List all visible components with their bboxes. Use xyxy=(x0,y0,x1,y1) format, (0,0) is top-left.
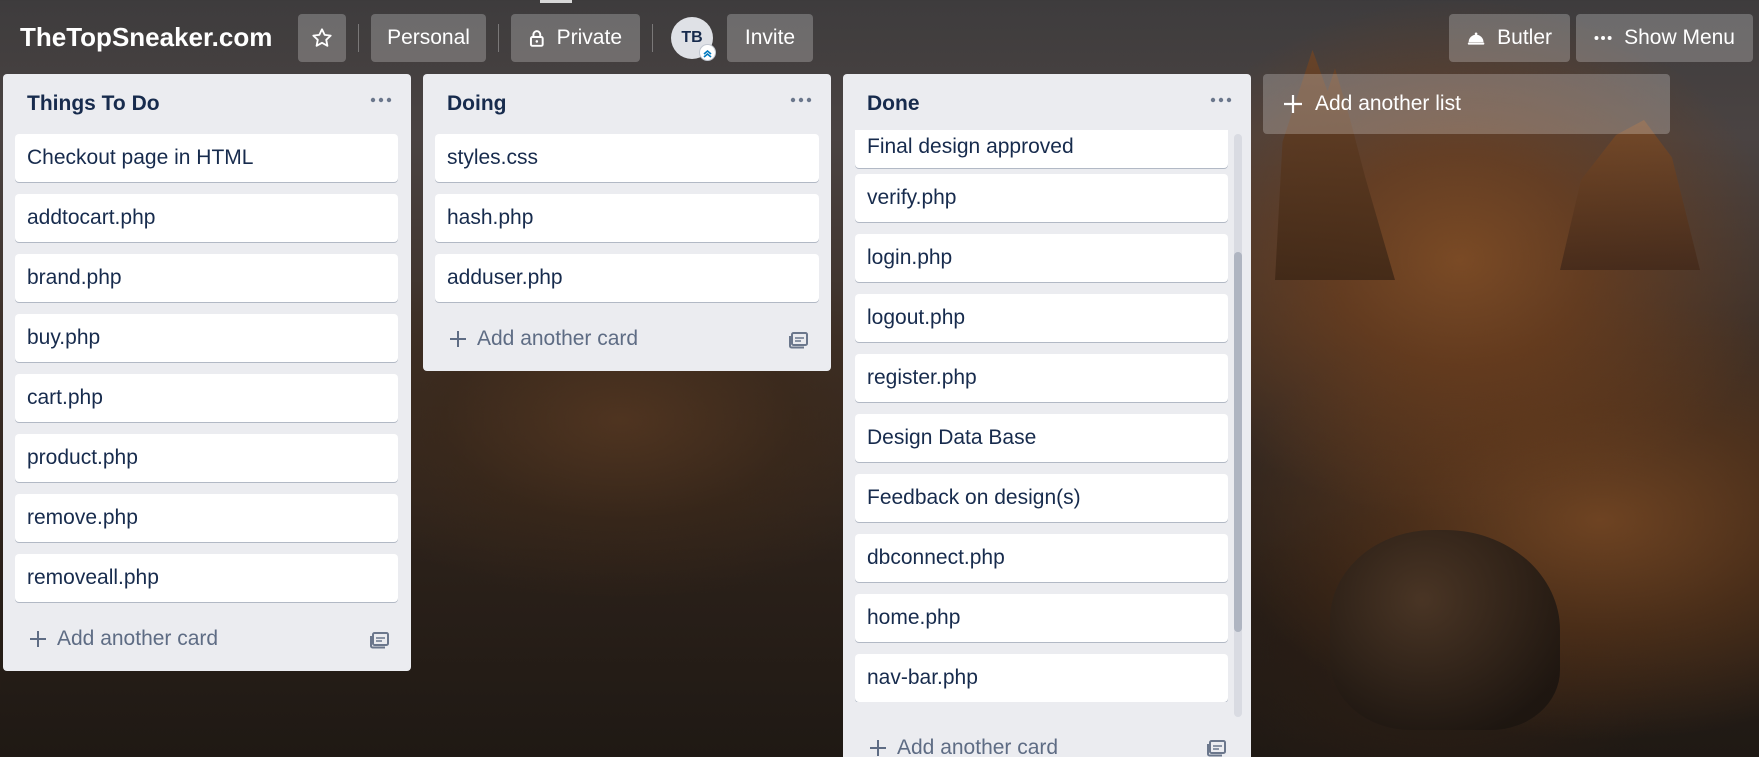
star-board-button[interactable] xyxy=(298,14,346,62)
card-template-icon[interactable] xyxy=(1205,735,1229,757)
card[interactable]: cart.php xyxy=(15,374,398,422)
team-visibility-button[interactable]: Personal xyxy=(371,14,486,62)
list-menu-icon[interactable] xyxy=(1209,90,1233,110)
lock-icon xyxy=(529,30,544,47)
list-header[interactable]: Doing xyxy=(423,74,831,130)
add-card-label: Add another card xyxy=(477,327,639,350)
plus-icon xyxy=(450,331,466,347)
show-menu-button[interactable]: Show Menu xyxy=(1576,14,1753,62)
more-icon xyxy=(1594,36,1612,40)
card[interactable]: logout.php xyxy=(855,294,1228,342)
invite-button[interactable]: Invite xyxy=(727,14,813,62)
card[interactable]: brand.php xyxy=(15,254,398,302)
header-divider xyxy=(358,24,359,52)
admin-badge-icon xyxy=(699,44,716,61)
list-menu-icon[interactable] xyxy=(369,90,393,110)
add-list-button[interactable]: Add another list xyxy=(1263,74,1670,134)
star-icon xyxy=(312,28,332,47)
butler-button[interactable]: Butler xyxy=(1449,14,1570,62)
card[interactable]: hash.php xyxy=(435,194,819,242)
list-menu-icon[interactable] xyxy=(789,90,813,110)
background-rock-formation xyxy=(1560,120,1700,270)
list-header[interactable]: Things To Do xyxy=(3,74,411,130)
butler-icon xyxy=(1467,32,1485,45)
butler-label: Butler xyxy=(1497,26,1552,49)
list-doing: Doing styles.css hash.php adduser.php Ad… xyxy=(423,74,831,371)
header-divider xyxy=(498,24,499,52)
list-title[interactable]: Things To Do xyxy=(27,92,160,116)
add-card-label: Add another card xyxy=(897,736,1059,757)
plus-icon xyxy=(1284,95,1302,113)
card[interactable]: home.php xyxy=(855,594,1228,642)
privacy-label: Private xyxy=(556,26,622,49)
board-title[interactable]: TheTopSneaker.com xyxy=(20,22,272,53)
card[interactable]: adduser.php xyxy=(435,254,819,302)
list-header[interactable]: Done xyxy=(843,74,1251,130)
add-list-label: Add another list xyxy=(1315,92,1461,115)
card-template-icon[interactable] xyxy=(368,627,392,651)
list-things-to-do: Things To Do Checkout page in HTML addto… xyxy=(3,74,411,671)
card[interactable]: product.php xyxy=(15,434,398,482)
plus-icon xyxy=(870,740,886,756)
card[interactable]: nav-bar.php xyxy=(855,654,1228,702)
add-card-button[interactable]: Add another card xyxy=(29,621,218,657)
show-menu-label: Show Menu xyxy=(1624,26,1735,49)
card[interactable]: buy.php xyxy=(15,314,398,362)
card[interactable]: Design Data Base xyxy=(855,414,1228,462)
card[interactable]: remove.php xyxy=(15,494,398,542)
card[interactable]: Final design approved xyxy=(855,130,1228,168)
card[interactable]: verify.php xyxy=(855,174,1228,222)
list-scrollbar-thumb[interactable] xyxy=(1234,252,1242,632)
plus-icon xyxy=(30,631,46,647)
invite-label: Invite xyxy=(744,26,796,49)
card[interactable]: register.php xyxy=(855,354,1228,402)
team-visibility-label: Personal xyxy=(387,26,470,49)
member-avatar[interactable]: TB xyxy=(671,17,716,61)
card[interactable]: removeall.php xyxy=(15,554,398,602)
card[interactable]: login.php xyxy=(855,234,1228,282)
list-scrollbar-track[interactable] xyxy=(1234,134,1242,717)
background-boulder xyxy=(1330,530,1560,730)
card[interactable]: Feedback on design(s) xyxy=(855,474,1228,522)
privacy-button[interactable]: Private xyxy=(511,14,640,62)
add-card-label: Add another card xyxy=(57,627,219,650)
header-divider xyxy=(652,24,653,52)
add-card-button[interactable]: Add another card xyxy=(869,730,1058,757)
list-title[interactable]: Doing xyxy=(447,92,506,116)
card-template-icon[interactable] xyxy=(787,327,811,351)
card[interactable]: addtocart.php xyxy=(15,194,398,242)
card[interactable]: Checkout page in HTML xyxy=(15,134,398,182)
list-cards-scroll-area[interactable]: Final design approved verify.php login.p… xyxy=(843,130,1251,702)
list-title[interactable]: Done xyxy=(867,92,920,116)
add-card-button[interactable]: Add another card xyxy=(449,321,638,357)
list-done: Done Final design approved verify.php lo… xyxy=(843,74,1251,757)
board-header: TheTopSneaker.com Personal Private TB In… xyxy=(0,0,1759,76)
card[interactable]: dbconnect.php xyxy=(855,534,1228,582)
card[interactable]: styles.css xyxy=(435,134,819,182)
